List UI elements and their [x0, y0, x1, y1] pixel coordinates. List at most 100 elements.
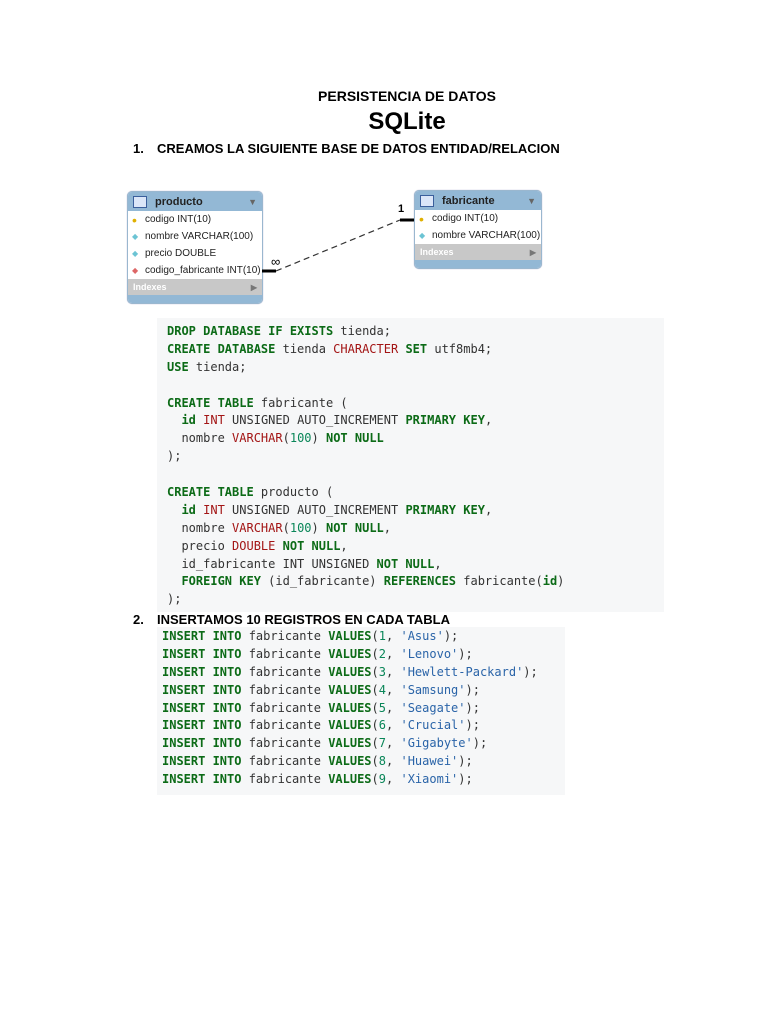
code-token: 'Seagate' [400, 700, 466, 715]
code-token: VALUES [328, 664, 372, 679]
code-line: INSERT INTO fabricante VALUES(3, 'Hewlet… [162, 664, 560, 682]
code-token: fabricante [241, 736, 329, 751]
code-token: fabricante [241, 664, 329, 679]
code-token: , [484, 502, 493, 517]
code-token: , [386, 736, 401, 751]
code-token: , [386, 629, 401, 643]
code-token: ( [371, 629, 379, 643]
code-token: ); [443, 629, 459, 643]
code-token: ( [371, 772, 379, 787]
code-token: 100 [289, 431, 312, 446]
code-token: ( [282, 520, 290, 535]
code-token: 8 [378, 754, 387, 769]
code-token: , [386, 646, 401, 661]
code-token: VALUES [328, 629, 372, 643]
code-token: VALUES [328, 736, 372, 751]
code-token: ); [465, 718, 480, 733]
code-line: nombre VARCHAR(100) NOT NULL, [167, 520, 654, 538]
code-token: , [386, 664, 401, 679]
code-token: ); [167, 449, 182, 464]
code-line: CREATE TABLE producto ( [167, 484, 654, 502]
code-line: id_fabricante INT UNSIGNED NOT NULL, [167, 556, 654, 574]
code-line: ); [167, 591, 654, 609]
code-token: 6 [378, 718, 387, 733]
code-token: PRIMARY KEY [405, 502, 485, 517]
cardinality-one: 1 [398, 203, 405, 215]
code-token: DROP DATABASE IF EXISTS [167, 324, 334, 338]
code-token: 9 [378, 772, 387, 787]
code-token: 'Asus' [400, 629, 444, 643]
code-token: VALUES [328, 718, 372, 733]
code-token: 4 [378, 682, 387, 697]
code-token: REFERENCES [383, 574, 457, 589]
code-token: VALUES [328, 682, 372, 697]
code-token: INSERT INTO [162, 736, 242, 751]
code-line: INSERT INTO fabricante VALUES(5, 'Seagat… [162, 700, 560, 718]
code-line: INSERT INTO fabricante VALUES(7, 'Gigaby… [162, 735, 560, 753]
code-line: DROP DATABASE IF EXISTS tienda; [167, 323, 654, 341]
code-token: id [181, 502, 196, 517]
code-token: nombre [167, 520, 233, 535]
code-token: fabricante [241, 682, 329, 697]
code-token: DOUBLE [232, 538, 276, 553]
code-token: NOT NULL [282, 538, 341, 553]
code-line: id INT UNSIGNED AUTO_INCREMENT PRIMARY K… [167, 412, 654, 430]
code-token: 'Lenovo' [400, 646, 459, 661]
code-token: ( [371, 682, 379, 697]
code-token: VALUES [328, 772, 372, 787]
code-token: ) [557, 574, 565, 589]
code-token: ); [472, 736, 488, 751]
code-line: INSERT INTO fabricante VALUES(1, 'Asus')… [162, 628, 560, 646]
code-token: ) [311, 520, 326, 535]
section-heading-2: 2. INSERTAMOS 10 REGISTROS EN CADA TABLA [133, 612, 450, 627]
code-token: , [386, 772, 401, 787]
code-line: nombre VARCHAR(100) NOT NULL [167, 430, 654, 448]
code-token: VALUES [328, 754, 372, 769]
code-token: CREATE DATABASE [167, 341, 276, 356]
code-token: fabricante [241, 646, 329, 661]
code-line: INSERT INTO fabricante VALUES(2, 'Lenovo… [162, 646, 560, 664]
code-line: CREATE DATABASE tienda CHARACTER SET utf… [167, 341, 654, 359]
code-line: FOREIGN KEY (id_fabricante) REFERENCES f… [167, 573, 654, 591]
code-token: fabricante ( [253, 395, 348, 410]
code-token: NOT NULL [325, 520, 384, 535]
code-token: ( [371, 664, 379, 679]
code-token: tienda; [333, 324, 391, 338]
code-token: VALUES [328, 700, 372, 715]
code-token: INT [203, 413, 225, 428]
code-line: precio DOUBLE NOT NULL, [167, 538, 654, 556]
code-line: CREATE TABLE fabricante ( [167, 395, 654, 413]
code-token: FOREIGN KEY [181, 574, 261, 589]
code-token: UNSIGNED AUTO_INCREMENT [224, 502, 406, 517]
code-token: INSERT INTO [162, 629, 242, 643]
code-token: ( [371, 736, 379, 751]
code-token: 2 [378, 646, 387, 661]
code-token: VALUES [328, 646, 372, 661]
cardinality-many: ∞ [271, 254, 281, 269]
sql-code-block-inserts: INSERT INTO fabricante VALUES(1, 'Asus')… [157, 627, 565, 795]
code-line: INSERT INTO fabricante VALUES(4, 'Samsun… [162, 682, 560, 700]
code-token: precio [167, 538, 233, 553]
section-text: INSERTAMOS 10 REGISTROS EN CADA TABLA [157, 612, 451, 627]
code-line: INSERT INTO fabricante VALUES(8, 'Huawei… [162, 753, 560, 771]
code-token: , [383, 520, 392, 535]
code-token: ( [371, 700, 379, 715]
code-line: INSERT INTO fabricante VALUES(6, 'Crucia… [162, 717, 560, 735]
code-token: NOT NULL [376, 556, 435, 571]
code-token: VARCHAR [232, 431, 283, 446]
code-line: USE tienda; [167, 359, 654, 377]
code-token: INSERT INTO [162, 754, 242, 769]
code-token: VARCHAR [232, 520, 283, 535]
code-token: INSERT INTO [162, 700, 242, 715]
code-token: , [386, 718, 401, 733]
sql-code-block-schema: DROP DATABASE IF EXISTS tienda; CREATE DA… [157, 318, 664, 612]
relationship-line [262, 218, 414, 273]
code-token: fabricante( [456, 574, 543, 589]
code-token: 7 [378, 736, 387, 751]
code-token: ); [167, 592, 182, 607]
code-token: , [386, 682, 401, 697]
code-token: fabricante [241, 700, 329, 715]
code-token: ); [458, 754, 473, 769]
code-token: id_fabricante INT UNSIGNED [167, 556, 377, 571]
